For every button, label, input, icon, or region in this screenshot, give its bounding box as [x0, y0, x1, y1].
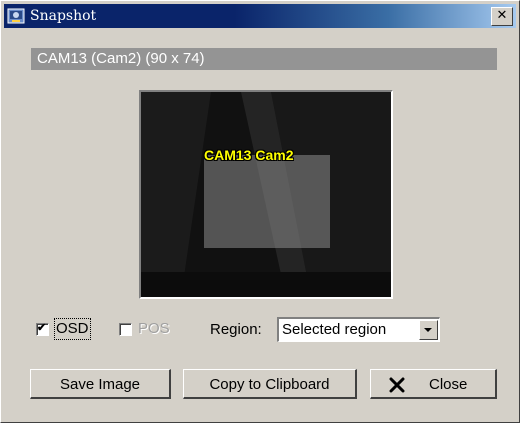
title-bar[interactable]: Snapshot ✕ — [4, 4, 516, 28]
region-select-value: Selected region — [282, 321, 387, 338]
region-select[interactable]: Selected region — [277, 317, 440, 342]
osd-overlay-text: CAM13 Cam2 — [204, 147, 294, 163]
camera-info-text: CAM13 (Cam2) (90 x 74) — [37, 50, 205, 67]
snapshot-preview: CAM13 Cam2 — [139, 90, 393, 299]
close-label: Close — [429, 376, 468, 393]
copy-to-clipboard-label: Copy to Clipboard — [209, 376, 330, 393]
close-x-icon[interactable]: ✕ — [491, 7, 513, 26]
close-button[interactable]: Close — [370, 369, 497, 399]
snapshot-dialog: Snapshot ✕ CAM13 (Cam2) (90 x 74) CAM13 … — [0, 0, 520, 423]
checkmark-icon: ✔ — [37, 322, 47, 334]
osd-label[interactable]: OSD — [54, 318, 91, 340]
copy-to-clipboard-button[interactable]: Copy to Clipboard — [183, 369, 357, 399]
save-image-label: Save Image — [59, 376, 141, 393]
snapshot-app-icon — [7, 8, 25, 24]
region-label: Region: — [210, 321, 262, 338]
chevron-down-icon[interactable] — [419, 320, 438, 340]
save-image-button[interactable]: Save Image — [30, 369, 171, 399]
pos-label: POS — [138, 320, 170, 337]
x-mark-icon — [389, 377, 405, 393]
camera-info-bar: CAM13 (Cam2) (90 x 74) — [31, 48, 497, 70]
pos-checkbox[interactable] — [119, 323, 132, 336]
selected-region-overlay — [204, 155, 330, 248]
window-title: Snapshot — [30, 8, 97, 24]
osd-checkbox[interactable]: ✔ — [36, 322, 49, 336]
